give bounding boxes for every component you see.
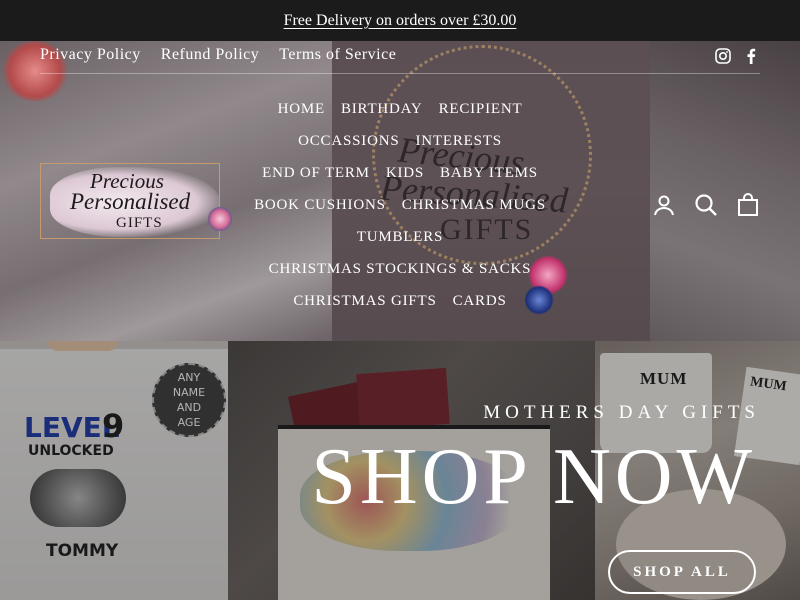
cart-icon[interactable] <box>736 192 760 218</box>
logo-text-line3: GIFTS <box>116 215 163 231</box>
nav-christmas-mugs[interactable]: CHRISTMAS MUGS <box>402 197 546 214</box>
main-navigation: HOME BIRTHDAY RECIPIENT OCCASSIONS INTER… <box>240 93 560 317</box>
free-delivery-link[interactable]: Free Delivery on orders over £30.00 <box>284 12 517 30</box>
search-icon[interactable] <box>694 192 718 218</box>
nav-christmas-gifts[interactable]: CHRISTMAS GIFTS <box>293 293 436 310</box>
terms-of-service-link[interactable]: Terms of Service <box>279 46 396 64</box>
nav-baby-items[interactable]: BABY ITEMS <box>440 165 538 182</box>
nav-row: TUMBLERS <box>240 221 560 253</box>
nav-occassions[interactable]: OCCASSIONS <box>298 133 399 150</box>
header-icons <box>652 192 760 218</box>
logo-flower-icon <box>208 207 232 231</box>
nav-end-of-term[interactable]: END OF TERM <box>262 165 370 182</box>
announcement-bar: Free Delivery on orders over £30.00 <box>0 0 800 41</box>
nav-home[interactable]: HOME <box>278 101 325 118</box>
divider <box>40 73 760 74</box>
banner-kicker: MOTHERS DAY GIFTS <box>483 402 760 423</box>
nav-kids[interactable]: KIDS <box>386 165 424 182</box>
social-links <box>714 47 760 65</box>
instagram-icon[interactable] <box>714 47 732 65</box>
nav-row: BOOK CUSHIONS CHRISTMAS MUGS <box>240 189 560 221</box>
nav-book-cushions[interactable]: BOOK CUSHIONS <box>254 197 386 214</box>
nav-christmas-stockings-sacks[interactable]: CHRISTMAS STOCKINGS & SACKS <box>269 261 532 278</box>
site-logo[interactable]: Precious Personalised GIFTS <box>40 163 244 241</box>
shop-all-button[interactable]: SHOP ALL <box>608 550 756 594</box>
nav-interests[interactable]: INTERESTS <box>416 133 502 150</box>
site-header: Precious Personalised GIFTS Privacy Poli… <box>0 41 800 341</box>
hero-banner: LEVEL 9 UNLOCKED TOMMY ANY NAME AND AGE … <box>0 341 800 600</box>
privacy-policy-link[interactable]: Privacy Policy <box>40 46 141 64</box>
nav-birthday[interactable]: BIRTHDAY <box>341 101 423 118</box>
refund-policy-link[interactable]: Refund Policy <box>161 46 260 64</box>
nav-row: HOME BIRTHDAY RECIPIENT <box>240 93 560 125</box>
banner-headline: SHOP NOW <box>311 433 756 521</box>
top-links: Privacy Policy Refund Policy Terms of Se… <box>40 46 396 64</box>
nav-row: CHRISTMAS STOCKINGS & SACKS <box>240 253 560 285</box>
nav-recipient[interactable]: RECIPIENT <box>439 101 523 118</box>
facebook-icon[interactable] <box>742 47 760 65</box>
nav-cards[interactable]: CARDS <box>453 293 507 310</box>
logo-text-line2: Personalised <box>70 189 191 214</box>
nav-row: OCCASSIONS INTERESTS <box>240 125 560 157</box>
account-icon[interactable] <box>652 192 676 218</box>
nav-row: CHRISTMAS GIFTS CARDS <box>240 285 560 317</box>
nav-row: END OF TERM KIDS BABY ITEMS <box>240 157 560 189</box>
nav-tumblers[interactable]: TUMBLERS <box>357 229 443 246</box>
